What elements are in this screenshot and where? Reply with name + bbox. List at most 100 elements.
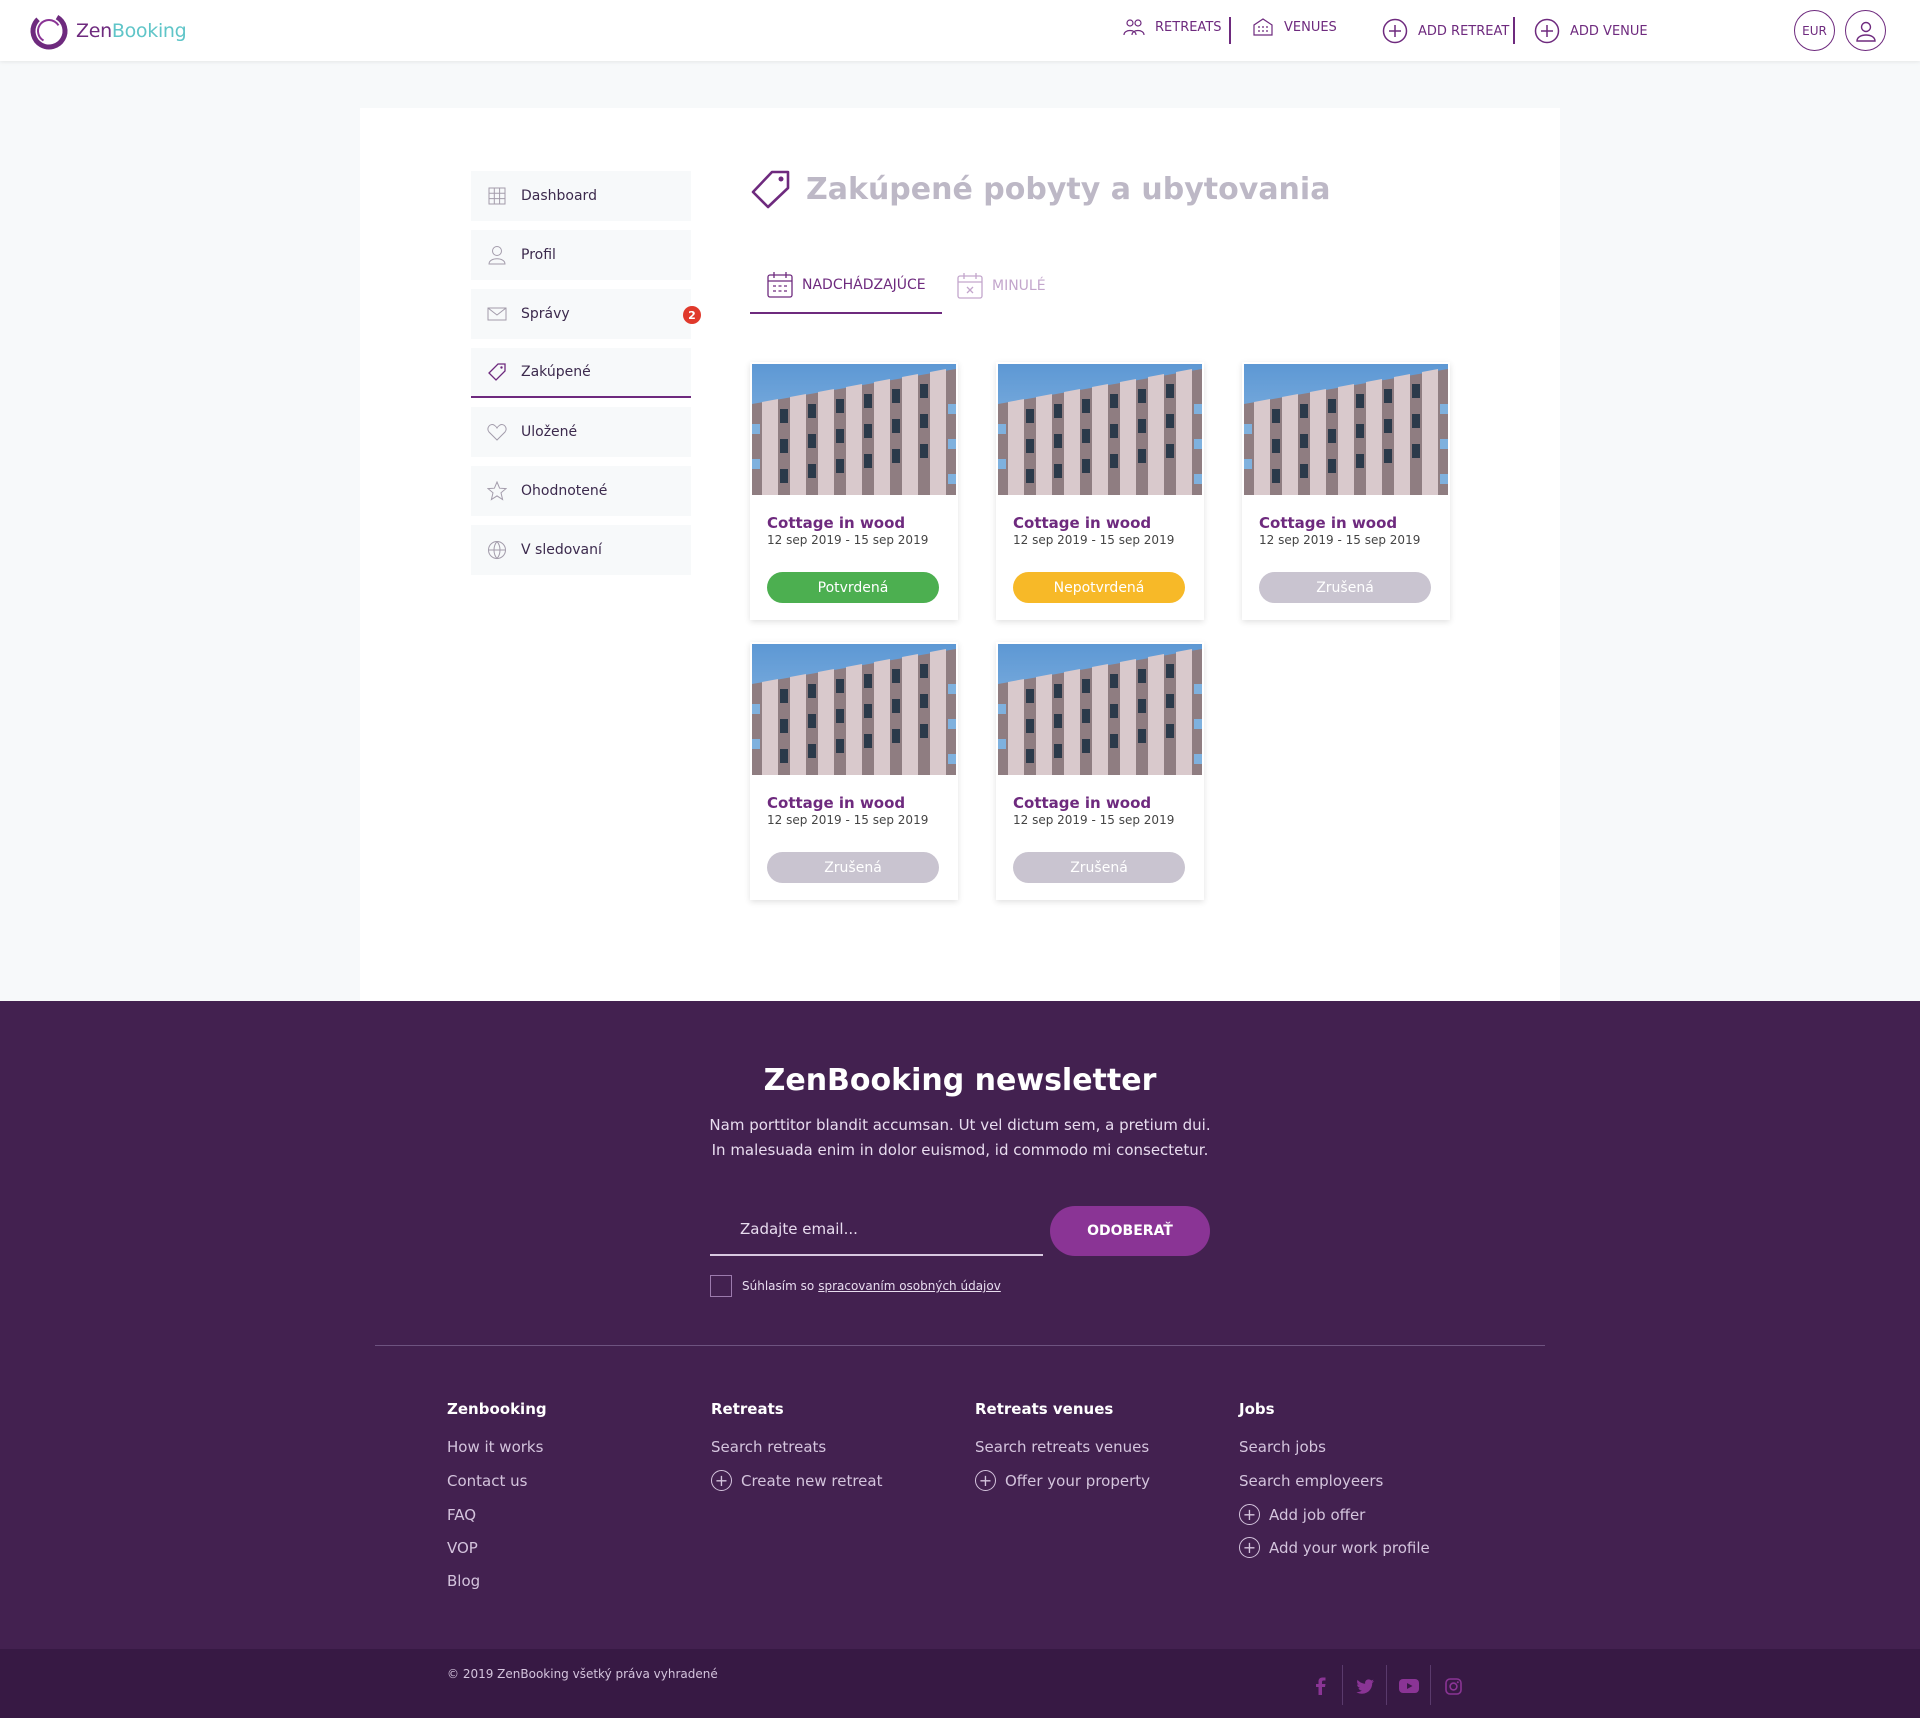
nav-add-venue-label: ADD VENUE bbox=[1570, 23, 1648, 39]
booking-title: Cottage in wood bbox=[1013, 514, 1152, 532]
plus-circle-icon: + bbox=[1239, 1537, 1260, 1558]
consent-text: Súhlasím so bbox=[742, 1279, 815, 1293]
status-badge: Zrušená bbox=[1259, 572, 1431, 603]
facebook-icon[interactable] bbox=[1298, 1667, 1342, 1705]
booking-dates: 12 sep 2019 - 15 sep 2019 bbox=[767, 813, 929, 827]
twitter-icon[interactable] bbox=[1343, 1667, 1387, 1705]
grid-icon bbox=[487, 186, 507, 206]
sidebar-item-ohodnotene[interactable]: Ohodnotené bbox=[471, 466, 691, 516]
tag-icon bbox=[487, 362, 507, 382]
booking-card[interactable]: Cottage in wood 12 sep 2019 - 15 sep 201… bbox=[996, 362, 1204, 620]
footer-link-label: Add job offer bbox=[1269, 1505, 1366, 1524]
booking-dates: 12 sep 2019 - 15 sep 2019 bbox=[1013, 813, 1175, 827]
page-heading: Zakúpené pobyty a ubytovania bbox=[750, 168, 1330, 210]
nav-divider bbox=[1513, 17, 1515, 44]
sidebar-item-label: Dashboard bbox=[521, 188, 597, 204]
envelope-icon bbox=[487, 304, 507, 324]
nav-add-venue[interactable]: ADD VENUE bbox=[1534, 18, 1648, 44]
footer-link-add-job-offer[interactable]: + Add job offer bbox=[1239, 1504, 1365, 1525]
booking-card[interactable]: Cottage in wood 12 sep 2019 - 15 sep 201… bbox=[996, 642, 1204, 900]
newsletter-text-line-1: Nam porttitor blandit accumsan. Ut vel d… bbox=[709, 1116, 1211, 1134]
status-badge: Nepotvrdená bbox=[1013, 572, 1185, 603]
calendar-x-icon bbox=[957, 273, 983, 299]
footer-link-offer-property[interactable]: + Offer your property bbox=[975, 1470, 1150, 1491]
user-icon bbox=[487, 245, 507, 265]
footer-col-title: Retreats bbox=[711, 1400, 784, 1418]
sidebar-item-label: Profil bbox=[521, 247, 556, 263]
tab-past-label: MINULÉ bbox=[992, 278, 1046, 294]
nav-add-retreat[interactable]: ADD RETREAT bbox=[1382, 18, 1509, 44]
nav-retreats[interactable]: RETREATS bbox=[1123, 18, 1222, 36]
footer-divider bbox=[375, 1345, 1545, 1346]
footer-col-title: Jobs bbox=[1239, 1400, 1275, 1418]
property-photo bbox=[998, 644, 1202, 775]
logo[interactable]: ZenBooking bbox=[28, 10, 187, 52]
property-photo bbox=[752, 364, 956, 495]
nav-retreats-label: RETREATS bbox=[1155, 19, 1222, 35]
top-navbar: ZenBooking RETREATS VENUES ADD RETREAT A… bbox=[0, 0, 1920, 61]
account-button[interactable] bbox=[1845, 10, 1886, 51]
user-icon bbox=[1855, 21, 1876, 42]
sidebar-item-profil[interactable]: Profil bbox=[471, 230, 691, 280]
booking-title: Cottage in wood bbox=[767, 794, 906, 812]
footer-link-create-retreat[interactable]: + Create new retreat bbox=[711, 1470, 882, 1491]
booking-card[interactable]: Cottage in wood 12 sep 2019 - 15 sep 201… bbox=[750, 362, 958, 620]
footer-link-label: Offer your property bbox=[1005, 1471, 1151, 1490]
plus-circle-icon: + bbox=[975, 1470, 996, 1491]
footer-link[interactable]: VOP bbox=[447, 1539, 478, 1557]
booking-card[interactable]: Cottage in wood 12 sep 2019 - 15 sep 201… bbox=[1242, 362, 1450, 620]
nav-divider bbox=[1229, 17, 1231, 44]
sidebar-item-v-sledovani[interactable]: V sledovaní bbox=[471, 525, 691, 575]
footer-link[interactable]: Search jobs bbox=[1239, 1438, 1326, 1456]
footer-link[interactable]: Blog bbox=[447, 1572, 480, 1590]
subscribe-button[interactable]: ODOBERAŤ bbox=[1050, 1206, 1210, 1256]
booking-dates: 12 sep 2019 - 15 sep 2019 bbox=[1259, 533, 1421, 547]
status-badge: Zrušená bbox=[1013, 852, 1185, 883]
property-photo bbox=[752, 644, 956, 775]
heart-icon bbox=[487, 422, 507, 442]
footer-col-title: Zenbooking bbox=[447, 1400, 547, 1418]
sidebar-item-zakupene[interactable]: Zakúpené bbox=[471, 348, 691, 398]
people-icon bbox=[1123, 19, 1145, 36]
building-icon bbox=[1253, 18, 1273, 36]
plus-circle-icon: + bbox=[1239, 1504, 1260, 1525]
footer-link[interactable]: Search retreats venues bbox=[975, 1438, 1149, 1456]
tab-past[interactable]: MINULÉ bbox=[956, 272, 1066, 314]
nav-venues[interactable]: VENUES bbox=[1252, 18, 1337, 36]
privacy-link[interactable]: spracovaním osobných údajov bbox=[818, 1279, 1001, 1293]
star-icon bbox=[487, 481, 507, 501]
sidebar-item-ulozene[interactable]: Uložené bbox=[471, 407, 691, 457]
booking-title: Cottage in wood bbox=[767, 514, 906, 532]
footer-link[interactable]: Search employeers bbox=[1239, 1472, 1383, 1490]
email-input[interactable]: Zadajte email... bbox=[710, 1204, 1043, 1256]
footer-link-label: Add your work profile bbox=[1269, 1538, 1430, 1557]
footer-link[interactable]: How it works bbox=[447, 1438, 543, 1456]
tab-upcoming[interactable]: NADCHÁDZAJÚCE bbox=[750, 272, 942, 314]
plus-circle-icon bbox=[1382, 18, 1408, 44]
status-badge: Potvrdená bbox=[767, 572, 939, 603]
booking-card[interactable]: Cottage in wood 12 sep 2019 - 15 sep 201… bbox=[750, 642, 958, 900]
consent-checkbox[interactable] bbox=[710, 1275, 732, 1297]
youtube-icon[interactable] bbox=[1387, 1667, 1431, 1705]
footer-link-label: Create new retreat bbox=[741, 1471, 883, 1490]
sidebar-item-label: Ohodnotené bbox=[521, 483, 608, 499]
sidebar-item-dashboard[interactable]: Dashboard bbox=[471, 171, 691, 221]
sidebar-item-spravy[interactable]: Správy 2 bbox=[471, 289, 701, 339]
sidebar-item-label: V sledovaní bbox=[521, 542, 602, 558]
sidebar-item-label: Správy bbox=[521, 306, 570, 322]
calendar-icon bbox=[767, 272, 793, 298]
tag-icon bbox=[751, 170, 790, 209]
booking-title: Cottage in wood bbox=[1259, 514, 1398, 532]
instagram-icon[interactable] bbox=[1431, 1667, 1475, 1705]
booking-title: Cottage in wood bbox=[1013, 794, 1152, 812]
currency-button[interactable]: EUR bbox=[1794, 10, 1835, 51]
newsletter-text-line-2: In malesuada enim in dolor euismod, id c… bbox=[711, 1141, 1209, 1159]
newsletter-title: ZenBooking newsletter bbox=[763, 1063, 1157, 1098]
footer-link[interactable]: FAQ bbox=[447, 1506, 476, 1524]
footer-link[interactable]: Search retreats bbox=[711, 1438, 826, 1456]
footer-link[interactable]: Contact us bbox=[447, 1472, 527, 1490]
nav-add-retreat-label: ADD RETREAT bbox=[1418, 23, 1510, 39]
logo-mark-icon bbox=[30, 12, 68, 50]
footer-link-add-work-profile[interactable]: + Add your work profile bbox=[1239, 1537, 1430, 1558]
consent-row: Súhlasím so spracovaním osobných údajov bbox=[710, 1275, 1001, 1297]
